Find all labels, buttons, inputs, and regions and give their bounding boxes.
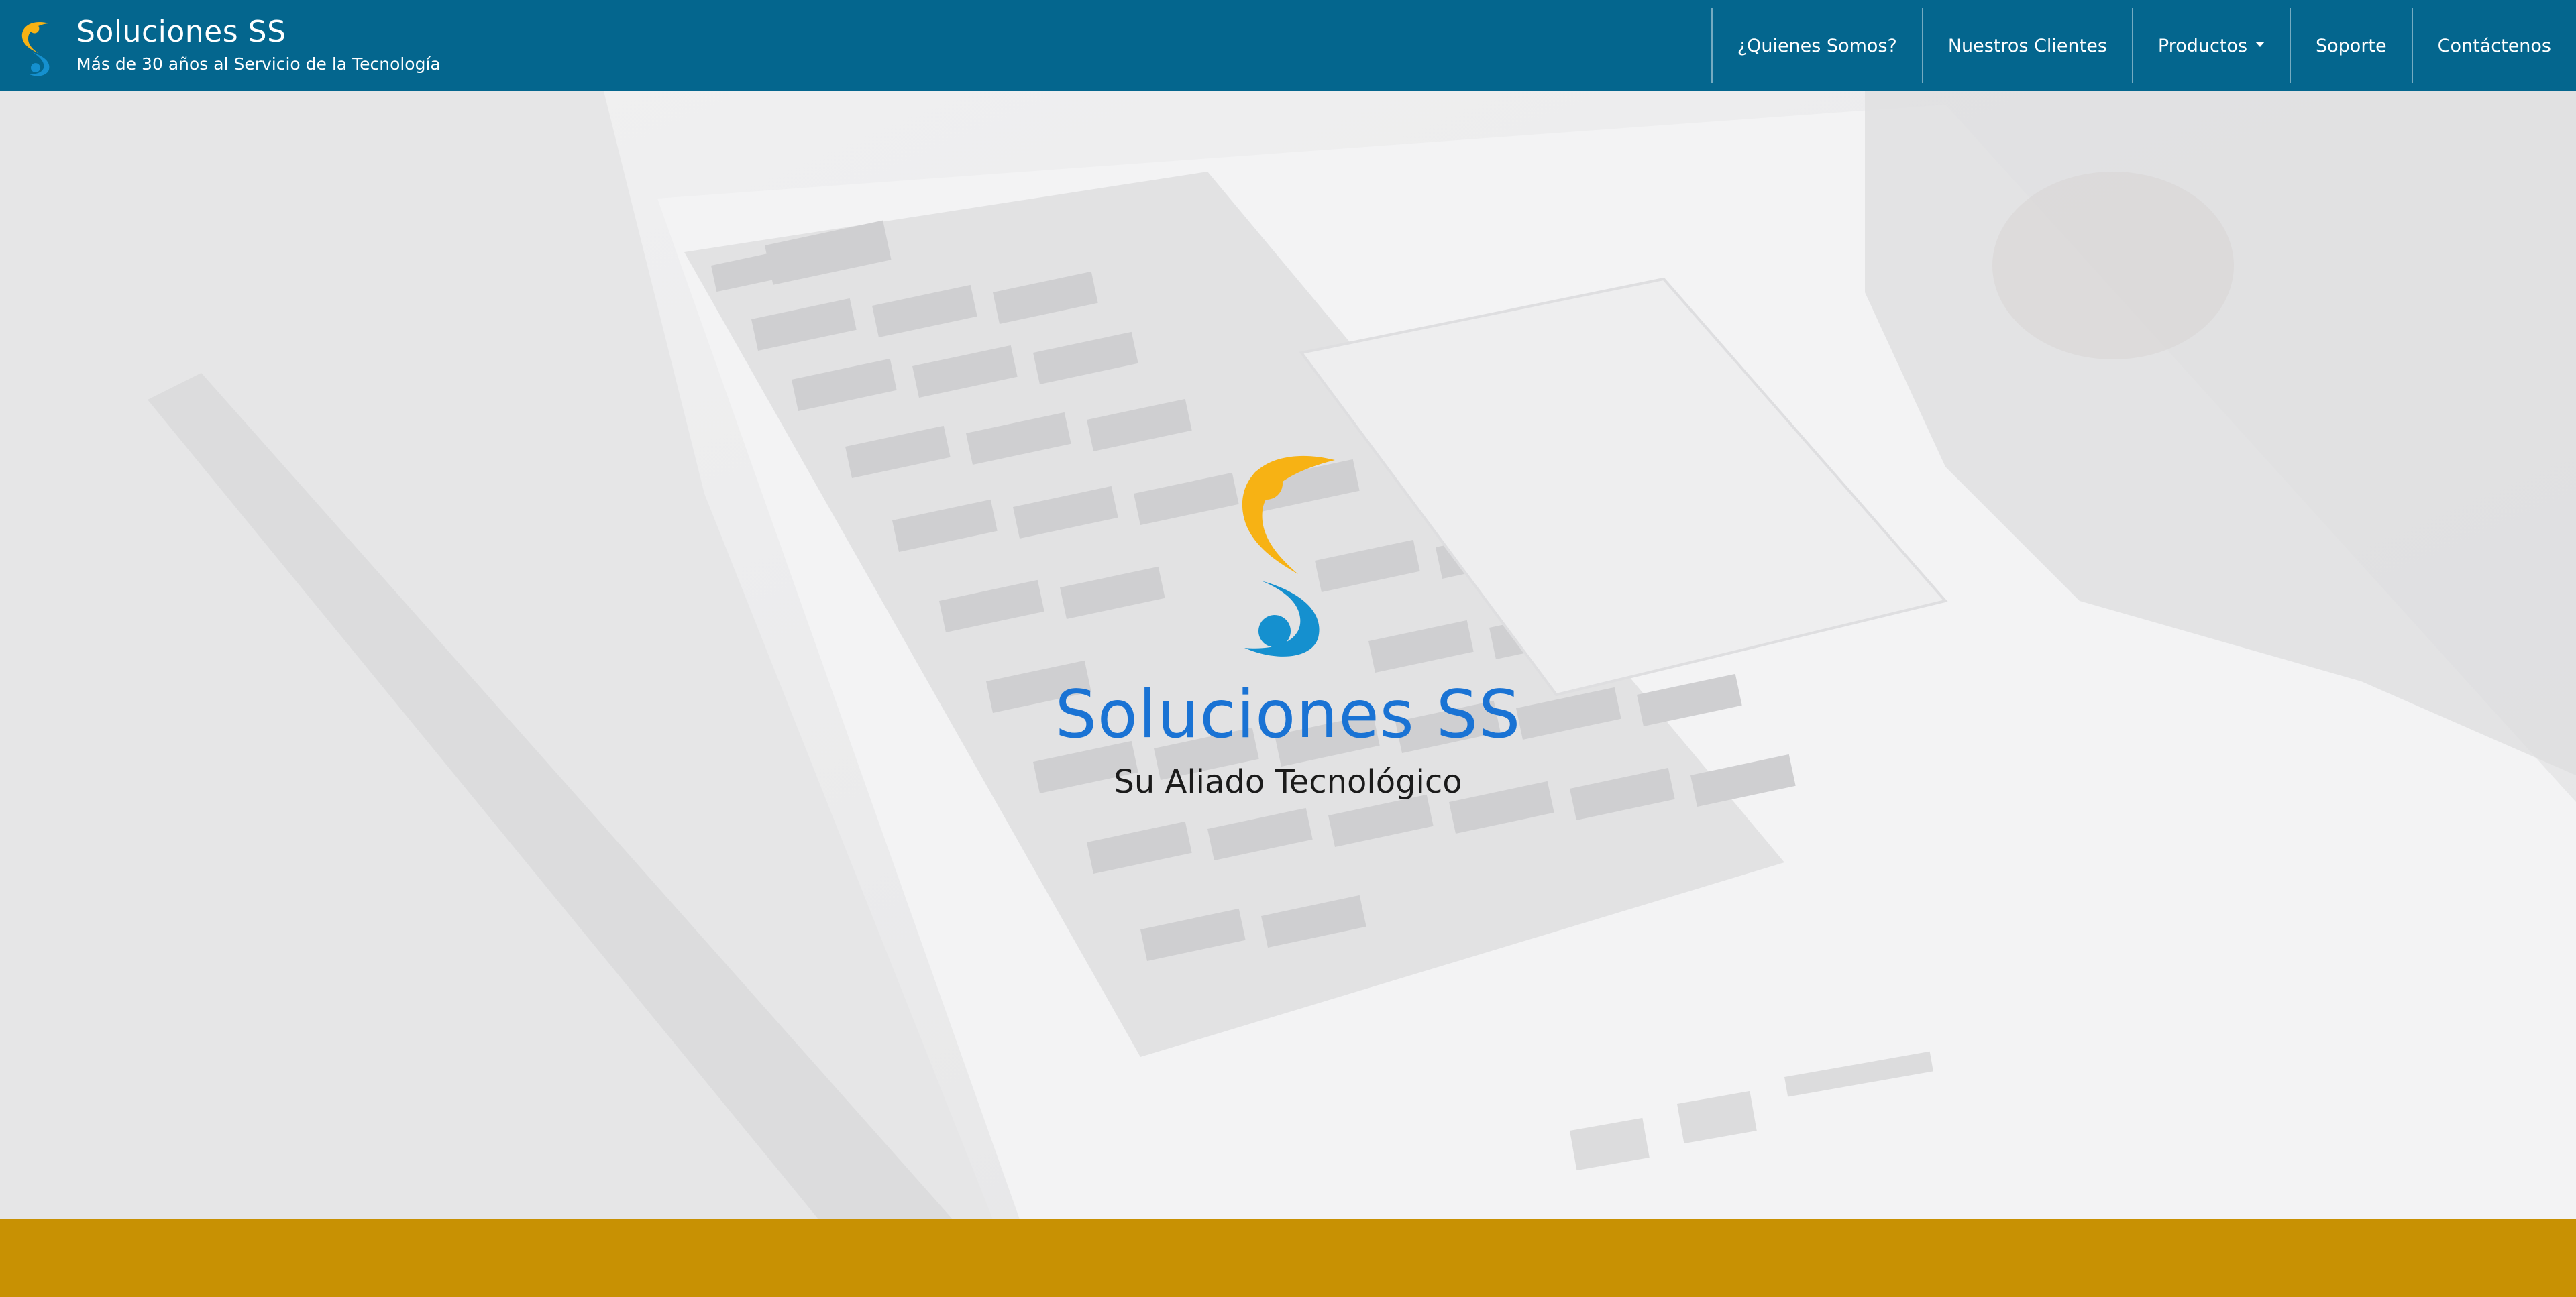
nav-item-label: Productos (2157, 35, 2248, 56)
hero-section: Soluciones SS Su Aliado Tecnológico (0, 91, 2576, 1219)
top-navbar: Soluciones SS Más de 30 años al Servicio… (0, 0, 2576, 91)
nav-item-label: Nuestros Clientes (1947, 35, 2107, 56)
hero-tagline: Su Aliado Tecnológico (1114, 763, 1462, 801)
nav-item-nuestros-clientes[interactable]: Nuestros Clientes (1921, 8, 2132, 83)
nav-item-productos-dropdown[interactable]: Productos (2131, 8, 2290, 83)
nav-item-label: Contáctenos (2437, 35, 2551, 56)
swirl-logo-icon (21, 22, 50, 76)
main-nav: ¿Quienes Somos? Nuestros Clientes Produc… (1711, 0, 2576, 91)
nav-item-label: Soporte (2316, 35, 2387, 56)
nav-item-quienes-somos[interactable]: ¿Quienes Somos? (1711, 8, 1922, 83)
caret-down-icon (2255, 42, 2265, 47)
brand-title: Soluciones SS (76, 15, 286, 49)
brand-subtitle: Más de 30 años al Servicio de la Tecnolo… (76, 54, 441, 74)
hero-title: Soluciones SS (1055, 677, 1521, 753)
swirl-logo-icon (1242, 455, 1335, 657)
nav-item-soporte[interactable]: Soporte (2290, 8, 2412, 83)
brand-link[interactable]: Soluciones SS Más de 30 años al Servicio… (0, 0, 441, 91)
nav-item-contactenos[interactable]: Contáctenos (2411, 8, 2576, 83)
nav-item-label: ¿Quienes Somos? (1737, 35, 1897, 56)
footer-accent-bar (0, 1219, 2576, 1297)
